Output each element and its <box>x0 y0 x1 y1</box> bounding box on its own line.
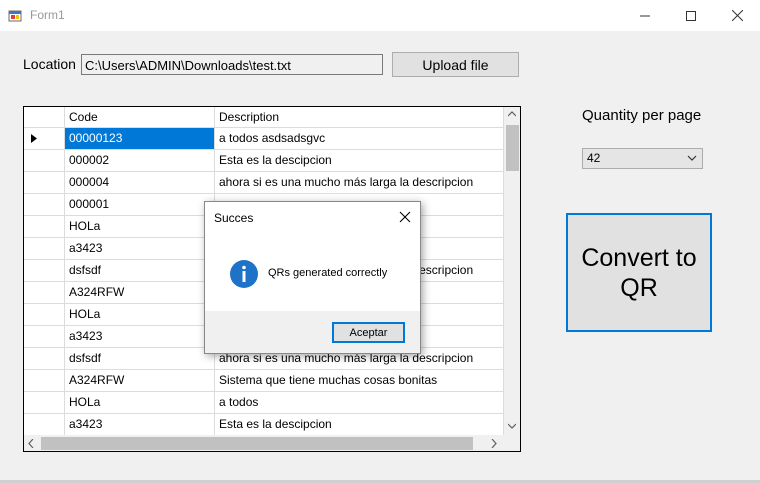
column-header-code[interactable]: Code <box>65 107 215 128</box>
cell-description[interactable]: ahora si es una mucho más larga la descr… <box>215 172 504 194</box>
row-header[interactable] <box>24 150 65 172</box>
cell-code[interactable]: a3423 <box>65 326 215 348</box>
dialog-footer: Aceptar <box>205 311 420 353</box>
row-header[interactable] <box>24 348 65 370</box>
app-icon <box>8 10 22 22</box>
cell-code[interactable]: dsfsdf <box>65 348 215 370</box>
horizontal-scrollbar[interactable] <box>24 435 504 451</box>
row-header[interactable] <box>24 370 65 392</box>
table-row[interactable]: 000004 ahora si es una mucho más larga la… <box>24 172 504 194</box>
minimize-icon <box>640 15 650 16</box>
cell-description[interactable]: Esta es la descipcion <box>215 150 504 172</box>
scrollbar-corner <box>504 435 520 451</box>
cell-code[interactable]: a3423 <box>65 414 215 435</box>
dialog-ok-button[interactable]: Aceptar <box>332 322 405 343</box>
dialog-message: QRs generated correctly <box>268 267 388 279</box>
cell-description[interactable]: a todos <box>215 392 504 414</box>
maximize-button[interactable] <box>668 0 714 31</box>
dialog-title: Succes <box>214 211 254 225</box>
cell-code[interactable]: 00000123 <box>65 128 215 150</box>
chevron-down-icon <box>687 155 697 161</box>
info-icon <box>230 260 258 288</box>
scroll-up-icon[interactable] <box>508 111 516 117</box>
title-bar: Form1 <box>0 0 760 31</box>
quantity-selected-value: 42 <box>587 151 601 165</box>
cell-code[interactable]: 000004 <box>65 172 215 194</box>
row-header[interactable] <box>24 392 65 414</box>
cell-description[interactable]: Sistema que tiene muchas cosas bonitas <box>215 370 504 392</box>
row-header[interactable] <box>24 194 65 216</box>
form-client-area: Location C:\Users\ADMIN\Downloads\test.t… <box>0 31 760 483</box>
location-label: Location <box>23 56 76 72</box>
cell-code[interactable]: A324RFW <box>65 370 215 392</box>
row-header[interactable] <box>24 128 65 150</box>
cell-code[interactable]: HOLa <box>65 304 215 326</box>
cell-code[interactable]: 000001 <box>65 194 215 216</box>
location-path-field[interactable]: C:\Users\ADMIN\Downloads\test.txt <box>81 54 383 75</box>
minimize-button[interactable] <box>622 0 668 31</box>
maximize-icon <box>686 10 696 21</box>
row-header-corner <box>24 107 65 128</box>
row-header[interactable] <box>24 216 65 238</box>
cell-code[interactable]: 000002 <box>65 150 215 172</box>
current-row-arrow-icon <box>31 134 37 143</box>
row-header[interactable] <box>24 414 65 435</box>
cell-code[interactable]: HOLa <box>65 392 215 414</box>
window-title: Form1 <box>30 8 65 22</box>
row-header[interactable] <box>24 172 65 194</box>
table-row[interactable]: HOLa a todos <box>24 392 504 414</box>
quantity-label: Quantity per page <box>582 107 702 124</box>
row-header[interactable] <box>24 282 65 304</box>
message-dialog: Succes QRs generated correctly Aceptar <box>204 201 421 354</box>
table-row[interactable]: 000002 Esta es la descipcion <box>24 150 504 172</box>
cell-code[interactable]: HOLa <box>65 216 215 238</box>
close-icon <box>731 10 743 21</box>
table-row[interactable]: A324RFW Sistema que tiene muchas cosas bo… <box>24 370 504 392</box>
row-header[interactable] <box>24 260 65 282</box>
cell-description[interactable]: Esta es la descipcion <box>215 414 504 435</box>
vertical-scrollbar[interactable] <box>504 107 520 435</box>
scroll-down-icon[interactable] <box>508 423 516 429</box>
table-row[interactable]: a3423Esta es la descipcion <box>24 414 504 435</box>
row-header[interactable] <box>24 304 65 326</box>
cell-code[interactable]: dsfsdf <box>65 260 215 282</box>
grid-header-row: Code Description <box>24 107 504 129</box>
dialog-close-icon[interactable] <box>398 210 412 224</box>
quantity-select[interactable]: 42 <box>582 148 703 169</box>
scroll-right-icon[interactable] <box>491 439 497 448</box>
cell-description[interactable]: a todos asdsadsgvc <box>215 128 504 150</box>
column-header-description[interactable]: Description <box>215 107 504 128</box>
close-button[interactable] <box>714 0 760 31</box>
cell-code[interactable]: a3423 <box>65 238 215 260</box>
scroll-left-icon[interactable] <box>28 439 34 448</box>
vertical-scroll-thumb[interactable] <box>506 125 519 171</box>
horizontal-scroll-thumb[interactable] <box>41 437 473 450</box>
upload-file-button[interactable]: Upload file <box>392 52 519 77</box>
convert-to-qr-button[interactable]: Convert to QR <box>566 213 712 332</box>
table-row[interactable]: 00000123 a todos asdsadsgvc <box>24 128 504 150</box>
cell-code[interactable]: A324RFW <box>65 282 215 304</box>
row-header[interactable] <box>24 326 65 348</box>
row-header[interactable] <box>24 238 65 260</box>
